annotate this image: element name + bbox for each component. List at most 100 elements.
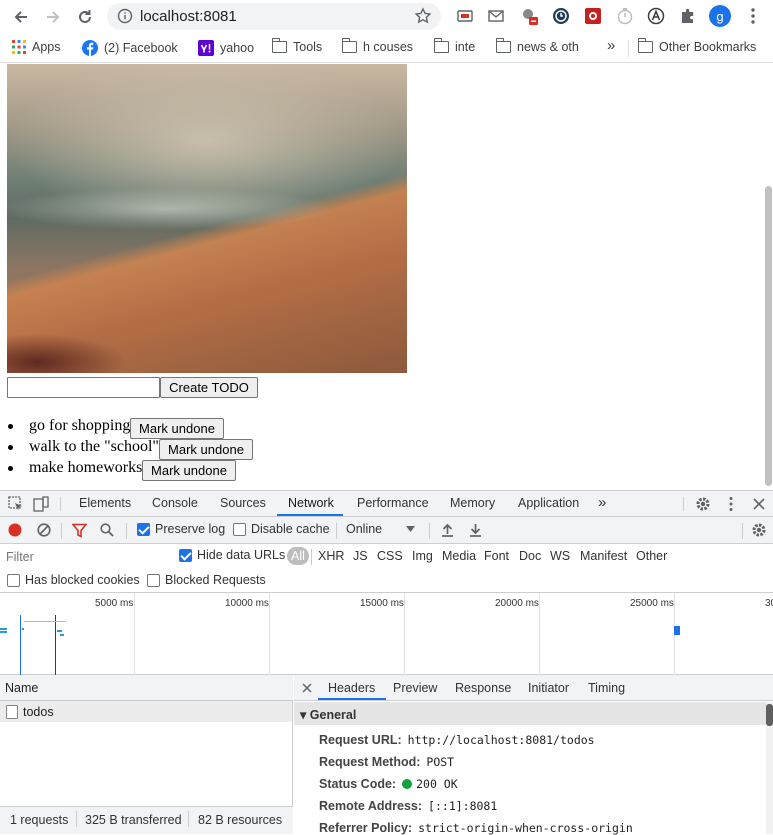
tab-network[interactable]: Network bbox=[288, 496, 334, 510]
export-har-icon[interactable] bbox=[469, 523, 482, 537]
network-overview-timeline[interactable]: 5000 ms 10000 ms 15000 ms 20000 ms 25000… bbox=[0, 593, 773, 675]
bookmark-yahoo[interactable]: yahoo bbox=[198, 40, 254, 56]
type-filter-ws[interactable]: WS bbox=[550, 549, 570, 563]
header-key: Request Method: bbox=[319, 755, 421, 769]
bookmark-folder-other[interactable]: Other Bookmarks bbox=[637, 38, 756, 54]
search-icon[interactable] bbox=[100, 523, 114, 537]
type-filter-img[interactable]: Img bbox=[412, 549, 433, 563]
back-button[interactable] bbox=[8, 4, 34, 30]
type-filter-css[interactable]: CSS bbox=[377, 549, 403, 563]
todo-input[interactable] bbox=[7, 377, 160, 398]
type-filter-all[interactable]: All bbox=[287, 547, 309, 565]
bookmark-folder-h-couses[interactable]: h couses bbox=[341, 38, 413, 54]
reload-button[interactable] bbox=[72, 4, 98, 30]
cast-extension-icon[interactable] bbox=[454, 5, 476, 27]
tab-response[interactable]: Response bbox=[455, 681, 511, 695]
mark-undone-button[interactable]: Mark undone bbox=[130, 418, 224, 439]
filter-input[interactable] bbox=[3, 548, 166, 566]
record-icon[interactable] bbox=[8, 523, 22, 537]
bookmark-folder-tools[interactable]: Tools bbox=[271, 38, 322, 54]
cloud-extension-icon[interactable] bbox=[518, 5, 540, 27]
tab-timing[interactable]: Timing bbox=[588, 681, 625, 695]
clear-icon[interactable] bbox=[37, 523, 51, 537]
forward-button[interactable] bbox=[40, 4, 66, 30]
tab-headers[interactable]: Headers bbox=[328, 681, 375, 695]
bookmark-facebook[interactable]: (2) Facebook bbox=[82, 40, 178, 56]
type-filter-media[interactable]: Media bbox=[442, 549, 476, 563]
tab-initiator[interactable]: Initiator bbox=[528, 681, 569, 695]
import-har-icon[interactable] bbox=[441, 523, 454, 537]
mail-extension-icon[interactable] bbox=[485, 5, 507, 27]
bookmark-label: (2) Facebook bbox=[104, 41, 178, 55]
blocked-requests-checkbox[interactable]: Blocked Requests bbox=[147, 573, 266, 587]
type-filter-other[interactable]: Other bbox=[636, 549, 667, 563]
puzzle-extensions-icon[interactable] bbox=[677, 5, 699, 27]
hide-data-urls-checkbox[interactable]: Hide data URLs bbox=[179, 548, 285, 562]
bookmark-star-icon[interactable] bbox=[414, 7, 432, 25]
folder-icon bbox=[271, 38, 287, 53]
tab-performance[interactable]: Performance bbox=[357, 496, 429, 510]
bug-extension-icon[interactable] bbox=[582, 5, 604, 27]
bookmark-folder-inte[interactable]: inte bbox=[433, 38, 475, 54]
name-column-header[interactable]: Name bbox=[0, 675, 293, 701]
disable-cache-checkbox[interactable]: Disable cache bbox=[233, 522, 330, 536]
page-scrollbar-thumb[interactable] bbox=[765, 186, 772, 486]
checkbox-label: Disable cache bbox=[251, 522, 330, 536]
tab-console[interactable]: Console bbox=[152, 496, 198, 510]
throttling-select[interactable]: Online bbox=[346, 522, 420, 536]
a-extension-icon[interactable] bbox=[645, 5, 667, 27]
profile-avatar[interactable]: g bbox=[709, 5, 731, 27]
type-filter-doc[interactable]: Doc bbox=[519, 549, 541, 563]
network-settings-gear-icon[interactable] bbox=[751, 522, 767, 538]
checkbox-unchecked[interactable] bbox=[233, 522, 246, 536]
checkbox-unchecked[interactable] bbox=[147, 573, 160, 587]
tab-preview[interactable]: Preview bbox=[393, 681, 437, 695]
bookmark-folder-news[interactable]: news & oth bbox=[495, 38, 579, 54]
tab-sources[interactable]: Sources bbox=[220, 496, 266, 510]
detail-scrollbar[interactable] bbox=[766, 702, 773, 834]
bookmarks-overflow-button[interactable]: » bbox=[607, 37, 615, 54]
more-tabs-button[interactable]: » bbox=[598, 494, 606, 511]
tab-application[interactable]: Application bbox=[518, 496, 579, 510]
has-blocked-cookies-checkbox[interactable]: Has blocked cookies bbox=[7, 573, 140, 587]
filter-funnel-icon[interactable] bbox=[72, 523, 87, 538]
preserve-log-checkbox[interactable]: Preserve log bbox=[137, 522, 225, 536]
type-filter-js[interactable]: JS bbox=[353, 549, 368, 563]
throttling-value: Online bbox=[346, 522, 383, 536]
detail-scrollbar-thumb[interactable] bbox=[766, 704, 773, 726]
checkbox-checked[interactable] bbox=[137, 522, 150, 536]
checkbox-unchecked[interactable] bbox=[7, 573, 20, 587]
tab-memory[interactable]: Memory bbox=[450, 496, 495, 510]
close-detail-icon[interactable] bbox=[302, 683, 312, 693]
checkbox-label: Hide data URLs bbox=[197, 548, 286, 562]
timeline-request-segment bbox=[57, 630, 62, 632]
close-devtools-icon[interactable] bbox=[753, 498, 765, 510]
settings-gear-icon[interactable] bbox=[695, 496, 711, 512]
filter-divider bbox=[311, 549, 312, 565]
menu-kebab-icon[interactable] bbox=[742, 5, 764, 27]
type-filter-font[interactable]: Font bbox=[484, 549, 509, 563]
tab-elements[interactable]: Elements bbox=[79, 496, 131, 510]
address-bar[interactable]: localhost:8081 bbox=[107, 3, 441, 30]
checkbox-checked[interactable] bbox=[179, 548, 192, 562]
timer-extension-icon[interactable] bbox=[614, 5, 636, 27]
create-todo-button[interactable]: Create TODO bbox=[160, 377, 258, 398]
type-filter-manifest[interactable]: Manifest bbox=[580, 549, 627, 563]
reload-icon bbox=[79, 10, 91, 23]
device-toolbar-icon[interactable] bbox=[33, 496, 49, 512]
request-row[interactable]: todos bbox=[0, 701, 292, 722]
timeline-tick: 25000 ms bbox=[630, 598, 674, 609]
clock-extension-icon[interactable] bbox=[550, 5, 572, 27]
info-icon[interactable] bbox=[117, 8, 133, 24]
page-viewport: Create TODO go for shopping walk to the … bbox=[0, 64, 773, 490]
general-section-header[interactable]: ▾ General bbox=[294, 702, 766, 725]
mark-undone-button[interactable]: Mark undone bbox=[159, 439, 253, 460]
page-scrollbar[interactable] bbox=[763, 64, 773, 490]
inspect-element-icon[interactable] bbox=[8, 496, 24, 512]
type-filter-xhr[interactable]: XHR bbox=[318, 549, 344, 563]
request-detail-pane: Headers Preview Response Initiator Timin… bbox=[294, 675, 773, 835]
url-text[interactable]: localhost:8081 bbox=[140, 8, 237, 25]
devtools-menu-icon[interactable] bbox=[729, 496, 733, 512]
mark-undone-button[interactable]: Mark undone bbox=[142, 460, 236, 481]
bookmark-apps[interactable]: Apps bbox=[12, 40, 61, 54]
